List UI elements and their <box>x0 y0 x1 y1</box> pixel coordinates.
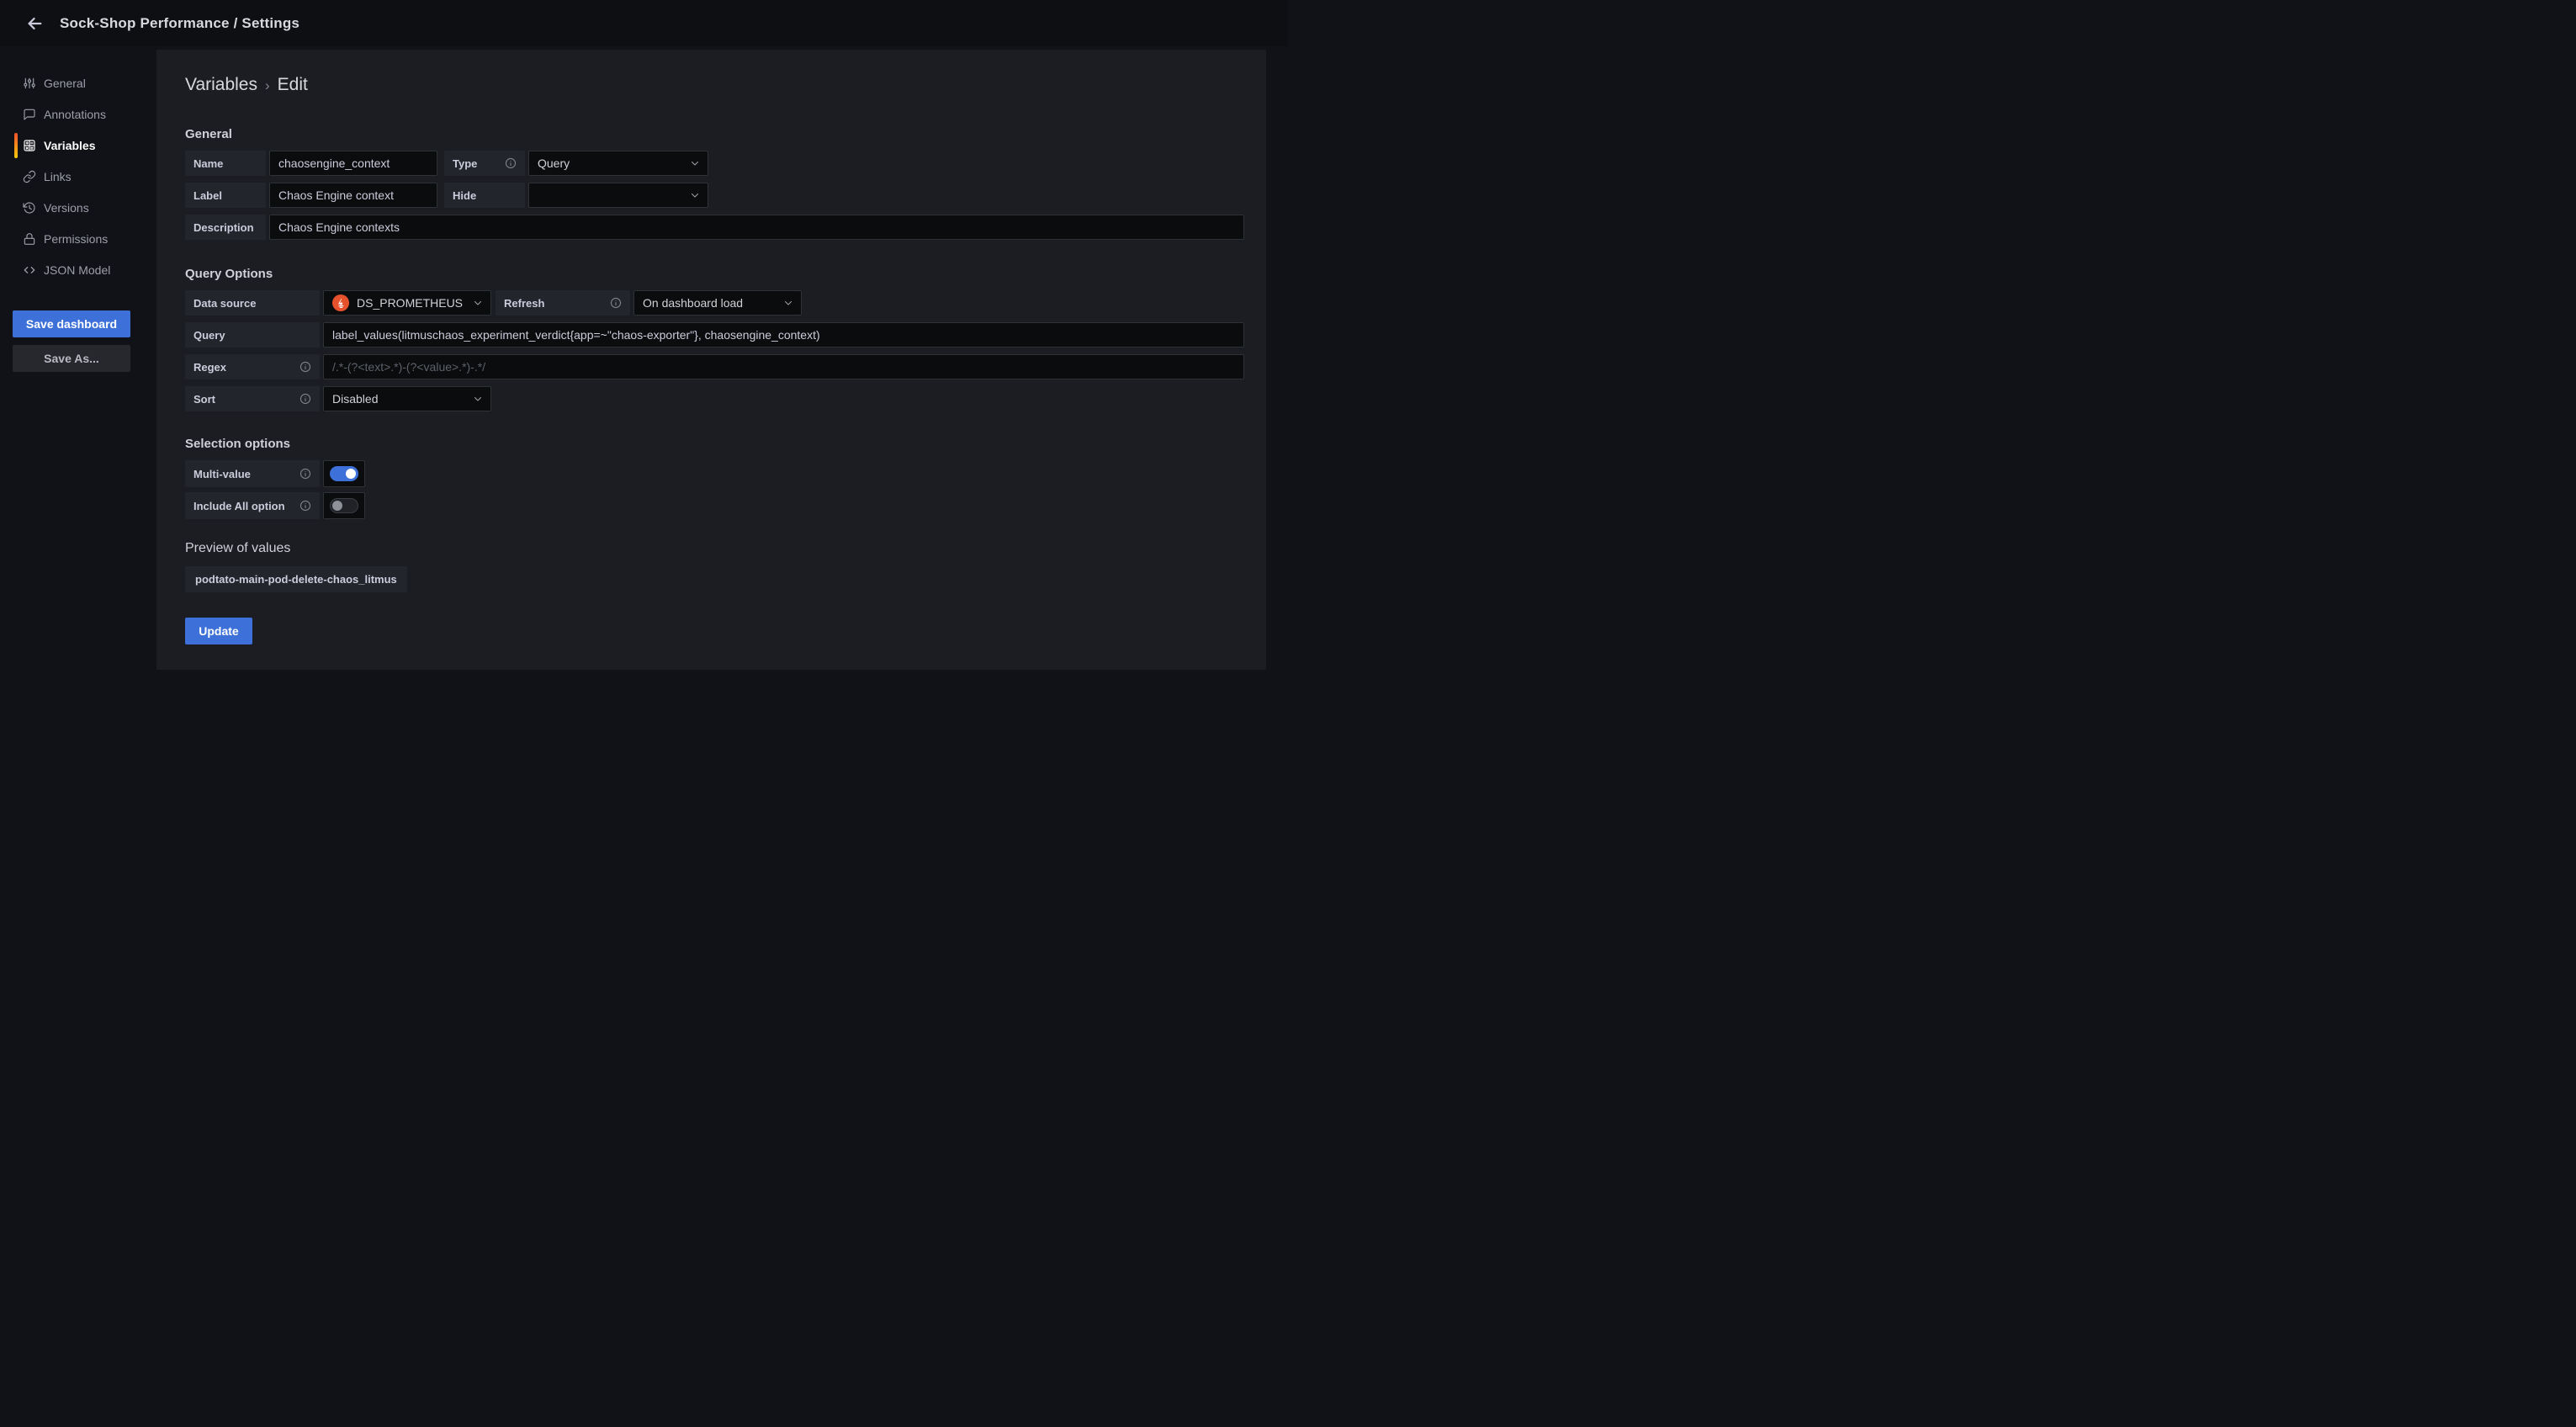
multi-value-toggle[interactable] <box>323 460 365 487</box>
regex-label: Regex <box>185 354 320 379</box>
description-input[interactable] <box>269 215 1244 240</box>
sliders-icon <box>23 77 36 90</box>
toggle-track <box>330 466 358 481</box>
selection-options-heading: Selection options <box>185 437 1244 451</box>
info-icon[interactable] <box>299 468 311 480</box>
sidebar-item-links[interactable]: Links <box>0 161 156 192</box>
sidebar-item-json-model[interactable]: JSON Model <box>0 254 156 285</box>
name-label: Name <box>185 151 266 176</box>
label-hide-row: Label Hide <box>185 183 1244 208</box>
sidebar-item-label: Versions <box>44 201 89 215</box>
sort-label: Sort <box>185 386 320 411</box>
chevron-down-icon <box>472 297 484 309</box>
sidebar-item-label: Variables <box>44 139 96 152</box>
breadcrumb-section[interactable]: Variables <box>185 75 257 94</box>
sidebar-item-general[interactable]: General <box>0 67 156 98</box>
info-icon[interactable] <box>299 500 311 512</box>
query-label: Query <box>185 322 320 347</box>
preview-values: podtato-main-pod-delete-chaos_litmus <box>185 566 1244 592</box>
query-input[interactable] <box>323 322 1244 347</box>
type-select-value: Query <box>538 156 689 170</box>
sidebar-item-variables[interactable]: Variables <box>0 130 156 161</box>
toggle-track <box>330 498 358 513</box>
chevron-down-icon <box>472 393 484 405</box>
back-button[interactable] <box>23 12 46 35</box>
top-navbar: Sock-Shop Performance / Settings <box>0 0 1288 46</box>
hide-label: Hide <box>444 183 525 208</box>
name-input[interactable] <box>269 151 437 176</box>
sidebar-item-versions[interactable]: Versions <box>0 192 156 223</box>
refresh-select[interactable]: On dashboard load <box>633 290 802 316</box>
toggle-knob <box>332 501 342 511</box>
general-section-heading: General <box>185 127 1244 141</box>
query-row: Query <box>185 322 1244 347</box>
prometheus-icon <box>332 294 349 311</box>
sidebar-item-label: General <box>44 77 86 90</box>
include-all-toggle[interactable] <box>323 492 365 519</box>
info-icon[interactable] <box>299 361 311 373</box>
description-label: Description <box>185 215 266 240</box>
calculator-icon <box>23 139 36 152</box>
info-icon[interactable] <box>299 393 311 405</box>
save-as-button[interactable]: Save As... <box>13 345 130 372</box>
regex-input[interactable] <box>323 354 1244 379</box>
lock-icon <box>23 232 36 246</box>
description-row: Description <box>185 215 1244 240</box>
toggle-knob <box>346 469 356 479</box>
multi-value-row: Multi-value <box>185 460 1244 487</box>
variables-edit-panel: Variables › Edit General Name Type Query L… <box>156 50 1266 670</box>
include-all-row: Include All option <box>185 492 1244 519</box>
sidebar-item-label: Permissions <box>44 232 108 246</box>
multi-value-label: Multi-value <box>185 460 320 487</box>
label-input[interactable] <box>269 183 437 208</box>
datasource-select-value: DS_PROMETHEUS <box>357 296 472 310</box>
code-icon <box>23 263 36 277</box>
sidebar-item-label: Annotations <box>44 108 106 121</box>
page-title: Sock-Shop Performance / Settings <box>60 15 299 32</box>
breadcrumb-separator-icon: › <box>265 77 270 93</box>
update-button[interactable]: Update <box>185 618 252 645</box>
save-dashboard-button[interactable]: Save dashboard <box>13 310 130 337</box>
sidebar-item-label: Links <box>44 170 72 183</box>
hide-select[interactable] <box>528 183 708 208</box>
sort-select[interactable]: Disabled <box>323 386 491 411</box>
name-type-row: Name Type Query <box>185 151 1244 176</box>
type-label: Type <box>444 151 525 176</box>
chevron-down-icon <box>689 189 701 201</box>
datasource-select[interactable]: DS_PROMETHEUS <box>323 290 491 316</box>
type-select[interactable]: Query <box>528 151 708 176</box>
datasource-label: Data source <box>185 290 320 316</box>
label-label: Label <box>185 183 266 208</box>
link-icon <box>23 170 36 183</box>
chevron-down-icon <box>689 157 701 169</box>
include-all-label: Include All option <box>185 492 320 519</box>
preview-value-chip: podtato-main-pod-delete-chaos_litmus <box>185 566 407 592</box>
sort-row: Sort Disabled <box>185 386 1244 411</box>
settings-sidebar: General Annotations Variabl <box>0 46 156 372</box>
refresh-select-value: On dashboard load <box>643 296 782 310</box>
chevron-down-icon <box>782 297 794 309</box>
arrow-left-icon <box>25 14 44 33</box>
sidebar-item-permissions[interactable]: Permissions <box>0 223 156 254</box>
datasource-refresh-row: Data source DS_PROMETHEUS Refresh On das… <box>185 290 1244 316</box>
breadcrumb: Variables › Edit <box>185 75 1244 95</box>
sidebar-item-label: JSON Model <box>44 263 110 277</box>
comment-icon <box>23 108 36 121</box>
info-icon[interactable] <box>505 157 517 169</box>
refresh-label: Refresh <box>496 290 630 316</box>
regex-row: Regex <box>185 354 1244 379</box>
breadcrumb-page: Edit <box>278 75 308 94</box>
sidebar-item-annotations[interactable]: Annotations <box>0 98 156 130</box>
query-options-heading: Query Options <box>185 267 1244 281</box>
sort-select-value: Disabled <box>332 392 472 406</box>
preview-heading: Preview of values <box>185 541 1244 556</box>
history-icon <box>23 201 36 215</box>
info-icon[interactable] <box>610 297 622 309</box>
